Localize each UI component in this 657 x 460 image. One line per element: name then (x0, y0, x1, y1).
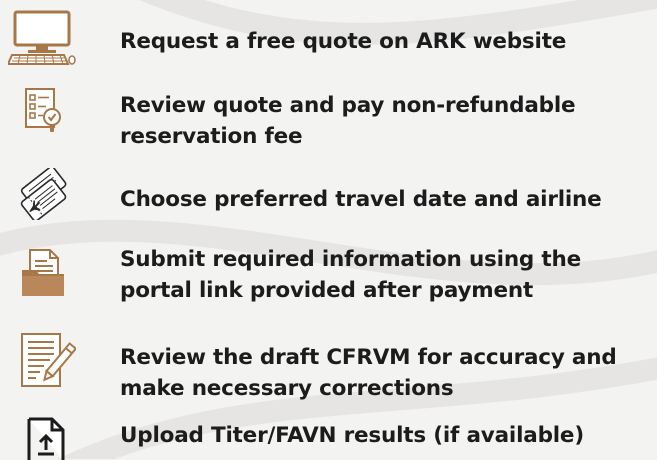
step-upload-results: Upload Titer/FAVN results (if available) (0, 412, 657, 460)
document-folder-icon (22, 249, 64, 296)
step-text-line: Request a free quote on ARK website (120, 29, 567, 54)
step-review-draft: Review the draft CFRVM for accuracy and … (0, 328, 657, 408)
step-text-line: Submit required information using the (120, 247, 581, 272)
step-text-line: portal link provided after payment (120, 278, 534, 303)
step-submit-info: Submit required information using the po… (0, 240, 657, 312)
step-choose-travel: Choose preferred travel date and airline (0, 164, 657, 224)
step-text-line: Review the draft CFRVM for accuracy and (120, 345, 617, 370)
step-text-line: reservation fee (120, 124, 303, 149)
step-text-line: make necessary corrections (120, 376, 454, 401)
step-text-line: Upload Titer/FAVN results (if available) (120, 423, 584, 448)
step-text-line: Choose preferred travel date and airline (120, 187, 602, 212)
plane-tickets-icon (20, 168, 67, 220)
document-edit-icon (21, 333, 76, 387)
checklist-review-icon (25, 88, 61, 132)
desktop-computer-icon (8, 10, 76, 65)
step-text-line: Review quote and pay non-refundable (120, 93, 576, 118)
file-upload-icon (27, 417, 65, 460)
step-review-pay: Review quote and pay non-refundable rese… (0, 82, 657, 162)
step-request-quote: Request a free quote on ARK website (0, 0, 657, 80)
